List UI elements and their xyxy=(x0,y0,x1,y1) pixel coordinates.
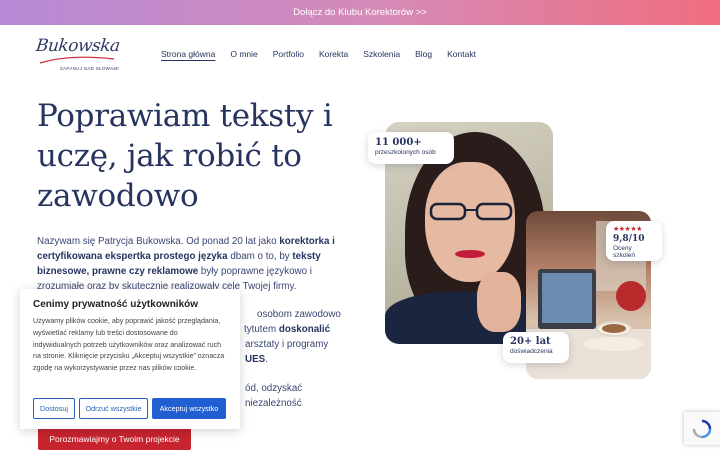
para2-text: tytutem xyxy=(244,324,279,335)
contact-cta-button[interactable]: Porozmawiajmy o Twoim projekcie xyxy=(38,427,191,450)
cookie-title: Cenimy prywatność użytkowników xyxy=(33,299,199,310)
recaptcha-icon[interactable] xyxy=(684,412,720,445)
cookie-buttons: Dostosuj Odrzuć wszystkie Akceptuj wszys… xyxy=(33,398,230,419)
star-rating-icon: ★★★★★ xyxy=(613,226,642,233)
photo-coffee xyxy=(602,324,626,333)
laptop-screen xyxy=(542,273,592,323)
promo-link[interactable]: Dołącz do Klubu Korektorów >> xyxy=(293,7,427,18)
nav-item-about[interactable]: O mnie xyxy=(230,49,257,59)
nav-item-proofreading[interactable]: Korekta xyxy=(319,49,348,59)
para2-bold-end: UES xyxy=(245,354,266,365)
cookie-consent-dialog: Cenimy prywatność użytkowników Używamy p… xyxy=(20,289,240,429)
trained-label: przeszkolonych osób xyxy=(375,149,436,156)
nav-item-blog[interactable]: Blog xyxy=(415,49,432,59)
nav-item-home[interactable]: Strona główna xyxy=(161,49,215,59)
photo-laptop xyxy=(538,269,596,329)
trained-badge: 11 000+ przeszkolonych osób xyxy=(368,132,454,164)
nav-item-portfolio[interactable]: Portfolio xyxy=(273,49,304,59)
experience-value: 20+ lat xyxy=(510,336,551,347)
cookie-customize-button[interactable]: Dostosuj xyxy=(33,398,75,419)
cookie-text: Używamy plików cookie, aby poprawić jako… xyxy=(33,317,225,373)
rating-badge: ★★★★★ 9,8/10 Oceny szkoleń xyxy=(606,221,662,261)
photo-lips xyxy=(455,250,485,258)
rating-value: 9,8/10 xyxy=(613,234,645,244)
hero-title: Poprawiam teksty i uczę, jak robić to za… xyxy=(37,98,333,214)
intro-text: dbam o to, by xyxy=(227,251,293,262)
main-nav: Strona główna O mnie Portfolio Korekta S… xyxy=(161,49,491,59)
para2-bold: doskonalić xyxy=(278,324,331,335)
cookie-reject-button[interactable]: Odrzuć wszystkie xyxy=(79,398,148,419)
experience-label: doświadczenia xyxy=(510,348,553,355)
logo-script: Bukowska xyxy=(34,36,121,56)
experience-badge: 20+ lat doświadczenia xyxy=(503,332,569,363)
intro-text: Nazywam się Patrycja Bukowska. Od ponad … xyxy=(37,236,280,247)
photo-glasses xyxy=(429,202,513,221)
cookie-accept-button[interactable]: Akceptuj wszystko xyxy=(152,398,226,419)
logo-swoosh xyxy=(39,56,115,64)
nav-item-contact[interactable]: Kontakt xyxy=(447,49,476,59)
logo-tagline: ZAPANUJ NAD SŁOWAMI xyxy=(60,66,119,71)
recaptcha-logo-icon xyxy=(692,419,712,438)
promo-bar: Dołącz do Klubu Korektorów >> xyxy=(0,0,720,25)
photo-saucer xyxy=(584,337,644,351)
hero-intro: Nazywam się Patrycja Bukowska. Od ponad … xyxy=(37,234,357,294)
trained-value: 11 000+ xyxy=(375,137,422,148)
nav-item-trainings[interactable]: Szkolenia xyxy=(363,49,400,59)
site-logo[interactable]: Bukowska ZAPANUJ NAD SŁOWAMI xyxy=(34,36,121,76)
photo-face xyxy=(425,162,515,282)
photo-hand xyxy=(477,272,521,332)
photo-plant xyxy=(616,281,646,311)
rating-label: Oceny szkoleń xyxy=(613,245,636,259)
